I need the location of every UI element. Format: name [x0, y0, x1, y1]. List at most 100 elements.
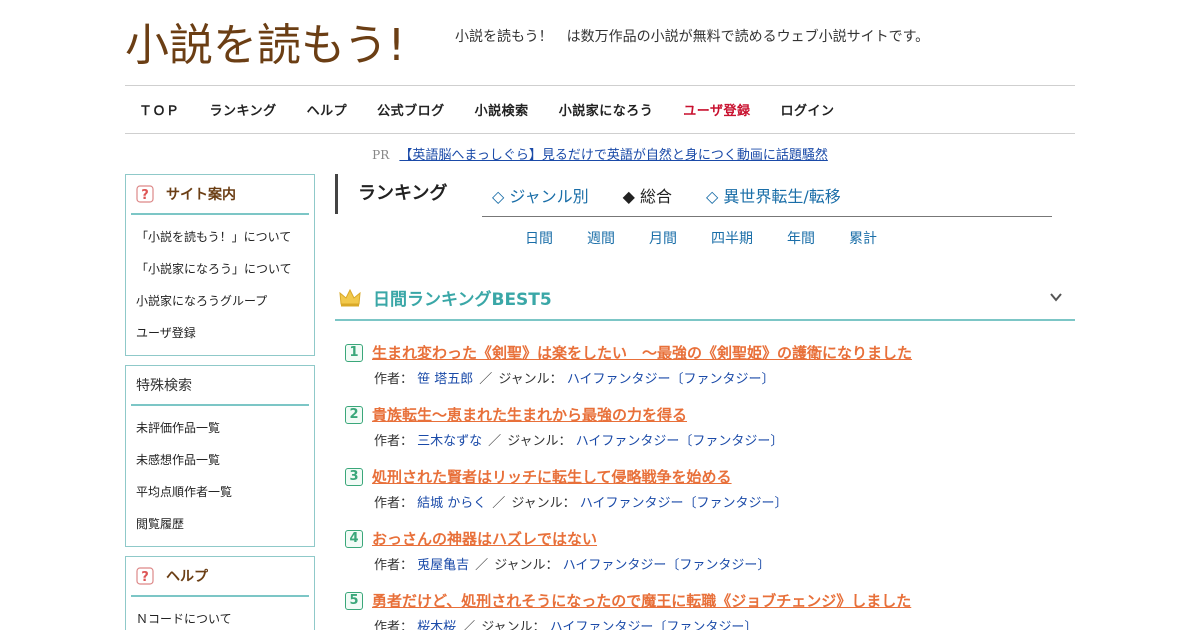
genre-label: ジャンル：	[494, 558, 559, 573]
novel-title-link[interactable]: おっさんの神器はハズレではない	[372, 528, 597, 549]
genre-label: ジャンル：	[507, 434, 572, 449]
svg-text:?: ?	[141, 570, 149, 585]
nav-item[interactable]: 公式ブログ	[377, 100, 445, 119]
genre-link[interactable]: ハイファンタジー〔ファンタジー〕	[563, 558, 771, 573]
novel-title-link[interactable]: 勇者だけど、処刑されそうになったので魔王に転職《ジョブチェンジ》しました	[372, 590, 911, 611]
logo-text: 小説を読もう!	[125, 20, 405, 70]
sidebar-site-guide-title: サイト案内	[166, 187, 236, 203]
sidebar-link[interactable]: Ｎコードについて	[131, 603, 309, 630]
site-tagline: 小説を読もう！ は数万作品の小説が無料で読めるウェブ小説サイトです。	[455, 29, 930, 45]
novel-meta: 作者： 桜木桜 ／ ジャンル： ハイファンタジー〔ファンタジー〕	[374, 616, 757, 630]
pr-banner: PR 【英語脳へまっしぐら】見るだけで英語が自然と身につく動画に話題騒然	[125, 144, 1075, 163]
ranking-tab[interactable]: ◆ 総合	[623, 183, 672, 207]
genre-link[interactable]: ハイファンタジー〔ファンタジー〕	[550, 620, 758, 630]
ranking-periods: 日間 週間 月間 四半期 年間 累計	[525, 228, 911, 248]
site-logo[interactable]: 小説を読もう!	[125, 14, 430, 70]
meta-separator: ／	[492, 496, 506, 511]
genre-label: ジャンル：	[511, 496, 576, 511]
novel-title-link[interactable]: 生まれ変わった《剣聖》は楽をしたい ～最強の《剣聖姫》の護衛になりました	[372, 342, 912, 363]
ranking-tab[interactable]: ◇ 異世界転生/転移	[706, 183, 841, 207]
rank-number-badge: 4	[345, 530, 363, 548]
daily-ranking-title: 日間ランキングBEST5	[373, 290, 552, 310]
period-link[interactable]: 日間	[525, 228, 553, 248]
genre-link[interactable]: ハイファンタジー〔ファンタジー〕	[576, 434, 784, 449]
daily-ranking-list: 1 生まれ変わった《剣聖》は楽をしたい ～最強の《剣聖姫》の護衛になりました 作者：…	[345, 342, 1075, 630]
sidebar-link[interactable]: 未評価作品一覧	[131, 412, 309, 444]
novel-meta: 作者： 結城 からく ／ ジャンル： ハイファンタジー〔ファンタジー〕	[374, 492, 788, 511]
genre-link[interactable]: ハイファンタジー〔ファンタジー〕	[580, 496, 788, 511]
meta-separator: ／	[479, 372, 493, 387]
ranking-tab[interactable]: ◇ ジャンル別	[492, 183, 589, 207]
author-label: 作者：	[374, 434, 414, 449]
sidebar-help: ? ヘルプ Ｎコードについて	[125, 556, 315, 630]
pr-tag: PR	[372, 148, 390, 162]
sidebar-site-guide-list: 「小説を読もう！」について 「小説家になろう」について 小説家になろうグループ ユーザ…	[131, 215, 309, 349]
nav-item[interactable]: ヘルプ	[307, 100, 348, 119]
author-link[interactable]: 笹 塔五郎	[417, 372, 473, 387]
sidebar-special-search: 特殊検索 未評価作品一覧 未感想作品一覧 平均点順作者一覧 閲覧履歴	[125, 365, 315, 547]
period-link[interactable]: 四半期	[711, 228, 753, 248]
rank-number-badge: 2	[345, 406, 363, 424]
sidebar-link[interactable]: 未感想作品一覧	[131, 444, 309, 476]
rank-number-badge: 3	[345, 468, 363, 486]
rank-number-badge: 1	[345, 344, 363, 362]
ranking-item: 4 おっさんの神器はハズレではない作者： 兎屋亀吉 ／ ジャンル： ハイファンタジー〔…	[345, 528, 1075, 590]
ranking-item: 3 処刑された賢者はリッチに転生して侵略戦争を始める作者： 結城 からく ／ ジャンル…	[345, 466, 1075, 528]
sidebar-link[interactable]: 「小説を読もう！」について	[131, 221, 309, 253]
daily-ranking-header[interactable]: 日間ランキングBEST5	[335, 276, 1075, 321]
crown-icon	[339, 288, 361, 306]
sidebar-special-search-header: 特殊検索	[131, 366, 309, 406]
author-label: 作者：	[374, 558, 414, 573]
period-link[interactable]: 週間	[587, 228, 615, 248]
question-icon: ?	[136, 185, 154, 203]
svg-text:?: ?	[141, 188, 149, 203]
author-link[interactable]: 兎屋亀吉	[417, 558, 469, 573]
period-link[interactable]: 月間	[649, 228, 677, 248]
sidebar-site-guide-header: ? サイト案内	[131, 175, 309, 215]
ranking-item: 1 生まれ変わった《剣聖》は楽をしたい ～最強の《剣聖姫》の護衛になりました 作者：…	[345, 342, 1075, 404]
author-label: 作者：	[374, 620, 414, 630]
novel-meta: 作者： 笹 塔五郎 ／ ジャンル： ハイファンタジー〔ファンタジー〕	[374, 368, 775, 387]
pr-link[interactable]: 【英語脳へまっしぐら】見るだけで英語が自然と身につく動画に話題騒然	[399, 148, 827, 163]
global-nav: ＴＯＰ ランキング ヘルプ 公式ブログ 小説検索 小説家になろう ユーザ登録 ログイン	[125, 85, 1075, 134]
ranking-title: ランキング	[335, 174, 447, 214]
sidebar-link[interactable]: 「小説家になろう」について	[131, 253, 309, 285]
sidebar-link[interactable]: 小説家になろうグループ	[131, 285, 309, 317]
genre-label: ジャンル：	[481, 620, 546, 630]
novel-title-link[interactable]: 貴族転生～恵まれた生まれから最強の力を得る	[372, 404, 687, 425]
author-link[interactable]: 三木なずな	[417, 434, 482, 449]
nav-item[interactable]: 小説検索	[475, 100, 529, 119]
nav-item[interactable]: ＴＯＰ	[139, 100, 180, 119]
sidebar-help-title: ヘルプ	[166, 569, 208, 585]
genre-label: ジャンル：	[498, 372, 563, 387]
logo-wordmark: 小説を読もう!	[125, 20, 405, 70]
author-link[interactable]: 桜木桜	[417, 620, 456, 630]
author-link[interactable]: 結城 からく	[417, 496, 486, 511]
genre-link[interactable]: ハイファンタジー〔ファンタジー〕	[567, 372, 775, 387]
meta-separator: ／	[462, 620, 476, 630]
ranking-item: 2 貴族転生～恵まれた生まれから最強の力を得る作者： 三木なずな ／ ジャンル： ハイ…	[345, 404, 1075, 466]
sidebar-link[interactable]: 平均点順作者一覧	[131, 476, 309, 508]
nav-item[interactable]: ログイン	[780, 100, 834, 119]
ranking-item: 5 勇者だけど、処刑されそうになったので魔王に転職《ジョブチェンジ》しました作者：…	[345, 590, 1075, 630]
meta-separator: ／	[488, 434, 502, 449]
nav-item[interactable]: 小説家になろう	[559, 100, 654, 119]
author-label: 作者：	[374, 496, 414, 511]
question-icon: ?	[136, 567, 154, 585]
period-link[interactable]: 累計	[849, 228, 877, 248]
sidebar-help-header: ? ヘルプ	[131, 557, 309, 597]
chevron-down-icon[interactable]	[1049, 290, 1063, 304]
sidebar-link[interactable]: 閲覧履歴	[131, 508, 309, 540]
sidebar-link[interactable]: ユーザ登録	[131, 317, 309, 349]
period-link[interactable]: 年間	[787, 228, 815, 248]
nav-item[interactable]: ランキング	[210, 100, 277, 119]
novel-title-link[interactable]: 処刑された賢者はリッチに転生して侵略戦争を始める	[372, 466, 732, 487]
nav-item[interactable]: ユーザ登録	[683, 100, 750, 119]
sidebar-special-search-title: 特殊検索	[136, 378, 192, 394]
sidebar-special-search-list: 未評価作品一覧 未感想作品一覧 平均点順作者一覧 閲覧履歴	[131, 406, 309, 540]
sidebar-site-guide: ? サイト案内 「小説を読もう！」について 「小説家になろう」について 小説家になろ…	[125, 174, 315, 356]
novel-meta: 作者： 三木なずな ／ ジャンル： ハイファンタジー〔ファンタジー〕	[374, 430, 783, 449]
novel-meta: 作者： 兎屋亀吉 ／ ジャンル： ハイファンタジー〔ファンタジー〕	[374, 554, 770, 573]
rank-number-badge: 5	[345, 592, 363, 610]
sidebar-help-list: Ｎコードについて	[131, 597, 309, 630]
